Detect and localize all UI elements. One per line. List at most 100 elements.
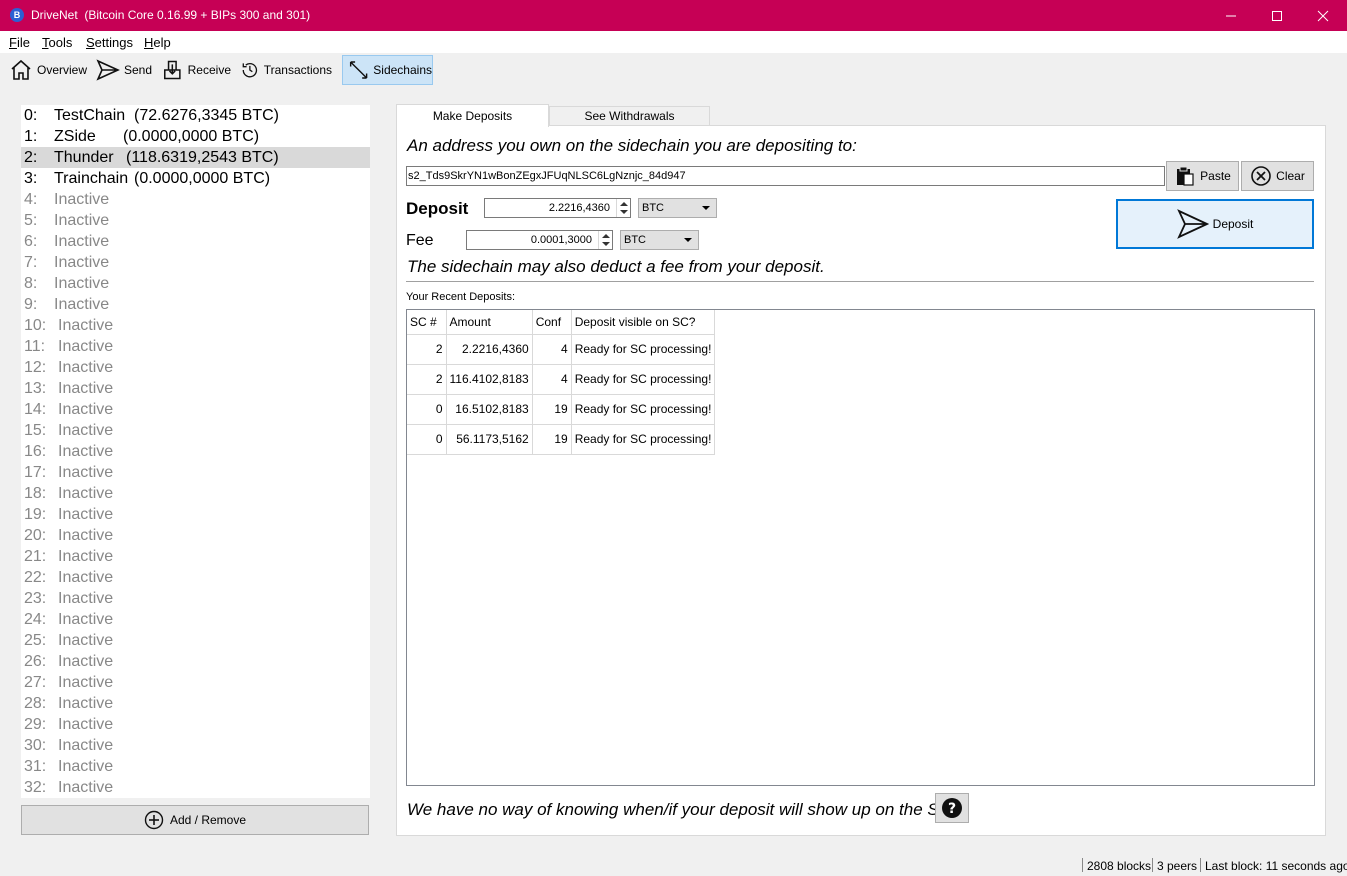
sidechain-item[interactable]: 7: Inactive xyxy=(21,252,370,273)
sidechain-address-input[interactable]: s2_Tds9SkrYN1wBonZEgxJFUqNLSC6LgNznjc_84… xyxy=(406,166,1165,186)
sidechain-item[interactable]: 19: Inactive xyxy=(21,504,370,525)
deposit-button[interactable]: Deposit xyxy=(1116,199,1314,249)
paste-button[interactable]: Paste xyxy=(1166,161,1239,191)
sidechain-item[interactable]: 0: TestChain (72.6276,3345 BTC) xyxy=(21,105,370,126)
sidechain-item[interactable]: 10: Inactive xyxy=(21,315,370,336)
sidechain-index: 1: xyxy=(24,128,38,145)
menu-settings[interactable]: Settings xyxy=(86,35,133,50)
column-header-visible[interactable]: Deposit visible on SC? xyxy=(571,310,716,335)
sidechain-name: Inactive xyxy=(58,422,114,439)
cell-conf: 19 xyxy=(532,424,572,455)
sidechain-item[interactable]: 5: Inactive xyxy=(21,210,370,231)
deposit-unit-select[interactable]: BTC xyxy=(638,198,717,218)
sidechain-item[interactable]: 9: Inactive xyxy=(21,294,370,315)
sidechain-item[interactable]: 6: Inactive xyxy=(21,231,370,252)
sidechain-item[interactable]: 20: Inactive xyxy=(21,525,370,546)
menu-help[interactable]: Help xyxy=(144,35,171,50)
help-button[interactable]: ? xyxy=(935,793,969,823)
column-header-sc[interactable]: SC # xyxy=(407,310,447,335)
paste-label: Paste xyxy=(1200,169,1231,183)
sidechain-item[interactable]: 11: Inactive xyxy=(21,336,370,357)
deposit-button-label: Deposit xyxy=(1212,217,1254,231)
bitcoin-icon: B xyxy=(10,8,24,22)
recent-deposits-table[interactable]: SC # Amount Conf Deposit visible on SC? … xyxy=(406,309,1315,786)
sidechain-item[interactable]: 28: Inactive xyxy=(21,693,370,714)
sidechain-index: 16: xyxy=(24,443,47,460)
sidechain-item[interactable]: 30: Inactive xyxy=(21,735,370,756)
table-header-row: SC # Amount Conf Deposit visible on SC? xyxy=(407,310,716,335)
menu-file[interactable]: File xyxy=(9,35,30,50)
sidechain-item[interactable]: 32: Inactive xyxy=(21,777,370,798)
cell-visible: Ready for SC processing! xyxy=(571,424,716,455)
deposit-amount-input[interactable]: 2.2216,4360 xyxy=(484,198,631,218)
send-label: Send xyxy=(123,63,152,77)
transactions-button[interactable]: Transactions xyxy=(240,55,332,85)
close-icon xyxy=(1317,10,1329,21)
status-separator xyxy=(1082,858,1083,872)
sidechain-item[interactable]: 2: Thunder (118.6319,2543 BTC) xyxy=(21,147,370,168)
sidechain-list[interactable]: 0: TestChain (72.6276,3345 BTC) 1: ZSide (0.0… xyxy=(21,105,370,798)
overview-button[interactable]: Overview xyxy=(9,55,87,85)
minimize-icon xyxy=(1226,15,1236,16)
sidechain-item[interactable]: 16: Inactive xyxy=(21,441,370,462)
toolbar: Overview Send Receive Transactions Sidec… xyxy=(0,53,1347,87)
title-bar[interactable]: B DriveNet (Bitcoin Core 0.16.99 + BIPs … xyxy=(0,0,1347,31)
sidechain-name: Inactive xyxy=(58,611,114,628)
table-row[interactable]: 2 116.4102,8183 4 Ready for SC processing! xyxy=(407,364,716,395)
close-button[interactable] xyxy=(1300,0,1346,31)
svg-text:?: ? xyxy=(948,801,956,817)
sidechain-item[interactable]: 15: Inactive xyxy=(21,420,370,441)
fee-amount-stepper[interactable] xyxy=(598,231,612,249)
sidechains-button[interactable]: Sidechains xyxy=(342,55,433,85)
receive-button[interactable]: Receive xyxy=(161,55,231,85)
sidechain-item[interactable]: 27: Inactive xyxy=(21,672,370,693)
fee-amount-input[interactable]: 0.0001,3000 xyxy=(466,230,613,250)
sidechain-item[interactable]: 3: Trainchain (0.0000,0000 BTC) xyxy=(21,168,370,189)
add-circle-icon xyxy=(144,810,164,830)
question-icon: ? xyxy=(942,798,962,818)
minimize-button[interactable] xyxy=(1208,0,1254,31)
deposit-amount-label: Deposit xyxy=(406,199,469,218)
table-row[interactable]: 0 16.5102,8183 19 Ready for SC processing! xyxy=(407,394,716,425)
sidechain-item[interactable]: 29: Inactive xyxy=(21,714,370,735)
sidechain-index: 19: xyxy=(24,506,47,523)
clear-button[interactable]: Clear xyxy=(1241,161,1314,191)
cell-conf: 4 xyxy=(532,364,572,395)
deposit-amount-stepper[interactable] xyxy=(616,199,630,217)
send-button[interactable]: Send xyxy=(96,55,152,85)
table-row[interactable]: 2 2.2216,4360 4 Ready for SC processing! xyxy=(407,334,716,365)
sidechain-item[interactable]: 31: Inactive xyxy=(21,756,370,777)
sidechain-item[interactable]: 1: ZSide (0.0000,0000 BTC) xyxy=(21,126,370,147)
table-row[interactable]: 0 56.1173,5162 19 Ready for SC processing! xyxy=(407,424,716,455)
fee-unit-select[interactable]: BTC xyxy=(620,230,699,250)
sidechain-item[interactable]: 4: Inactive xyxy=(21,189,370,210)
sidechain-item[interactable]: 18: Inactive xyxy=(21,483,370,504)
add-remove-button[interactable]: Add / Remove xyxy=(21,805,369,835)
sidechain-item[interactable]: 14: Inactive xyxy=(21,399,370,420)
tab-see-withdrawals[interactable]: See Withdrawals xyxy=(549,106,710,126)
status-last-block: Last block: 11 seconds ago xyxy=(1205,859,1347,873)
sidechain-item[interactable]: 22: Inactive xyxy=(21,567,370,588)
sidechain-item[interactable]: 21: Inactive xyxy=(21,546,370,567)
sidechain-item[interactable]: 13: Inactive xyxy=(21,378,370,399)
cell-visible: Ready for SC processing! xyxy=(571,334,716,365)
column-header-conf[interactable]: Conf xyxy=(532,310,572,335)
sidechain-index: 12: xyxy=(24,359,47,376)
sidechain-item[interactable]: 25: Inactive xyxy=(21,630,370,651)
tab-make-deposits[interactable]: Make Deposits xyxy=(396,104,549,127)
sidechain-item[interactable]: 12: Inactive xyxy=(21,357,370,378)
sidechain-item[interactable]: 26: Inactive xyxy=(21,651,370,672)
sidechain-index: 32: xyxy=(24,779,47,796)
fee-note: The sidechain may also deduct a fee from… xyxy=(407,257,825,276)
sidechain-name: Inactive xyxy=(54,233,110,250)
cell-amount: 16.5102,8183 xyxy=(446,394,533,425)
sidechain-item[interactable]: 17: Inactive xyxy=(21,462,370,483)
menu-tools[interactable]: Tools xyxy=(42,35,72,50)
status-separator xyxy=(1152,858,1153,872)
sidechain-item[interactable]: 8: Inactive xyxy=(21,273,370,294)
sidechain-item[interactable]: 23: Inactive xyxy=(21,588,370,609)
sidechain-item[interactable]: 24: Inactive xyxy=(21,609,370,630)
sidechain-index: 11: xyxy=(24,338,46,355)
column-header-amount[interactable]: Amount xyxy=(446,310,533,335)
maximize-button[interactable] xyxy=(1254,0,1300,31)
